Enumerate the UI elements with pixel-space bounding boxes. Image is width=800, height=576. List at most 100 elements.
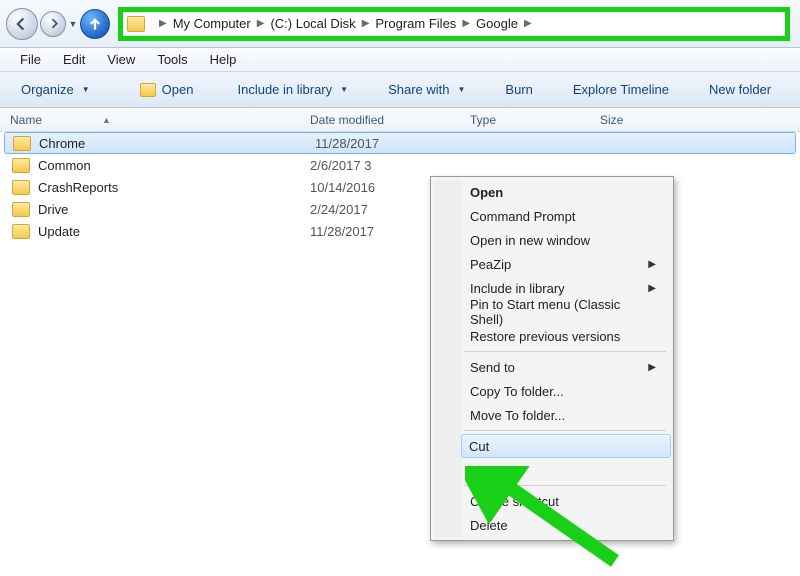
- context-item[interactable]: Delete: [462, 513, 670, 537]
- history-dropdown[interactable]: ▼: [66, 10, 80, 38]
- context-item[interactable]: Move To folder...: [462, 403, 670, 427]
- folder-icon: [12, 158, 30, 173]
- col-header-type[interactable]: Type: [470, 113, 600, 127]
- context-item-label: Send to: [470, 360, 515, 375]
- context-item-label: Copy: [470, 463, 500, 478]
- nav-row: ▼ ▶ My Computer ▶ (C:) Local Disk ▶ Prog…: [0, 0, 800, 48]
- chevron-right-icon: ▶: [153, 18, 173, 29]
- include-in-library-button[interactable]: Include in library ▼: [226, 78, 359, 101]
- folder-icon: [13, 136, 31, 151]
- folder-icon: [12, 202, 30, 217]
- breadcrumb-segment[interactable]: (C:) Local Disk: [270, 16, 355, 31]
- breadcrumb-segment[interactable]: My Computer: [173, 16, 251, 31]
- menu-help[interactable]: Help: [200, 50, 247, 69]
- menu-file[interactable]: File: [10, 50, 51, 69]
- menubar: File Edit View Tools Help: [0, 48, 800, 72]
- menu-edit[interactable]: Edit: [53, 50, 95, 69]
- context-item-label: Move To folder...: [470, 408, 565, 423]
- breadcrumb-segment[interactable]: Program Files: [375, 16, 456, 31]
- file-row[interactable]: Common2/6/2017 3: [0, 154, 800, 176]
- context-separator: [464, 351, 666, 352]
- file-list: Chrome11/28/2017Common2/6/2017 3CrashRep…: [0, 132, 800, 242]
- menu-view[interactable]: View: [97, 50, 145, 69]
- col-header-size[interactable]: Size: [600, 113, 700, 127]
- context-item[interactable]: Send to ▶: [462, 355, 670, 379]
- context-item-label: Command Prompt: [470, 209, 575, 224]
- share-with-button[interactable]: Share with ▼: [377, 78, 476, 101]
- toolbar-label: Burn: [505, 82, 532, 97]
- context-item-label: Restore previous versions: [470, 329, 620, 344]
- back-button[interactable]: [6, 8, 38, 40]
- context-separator: [464, 430, 666, 431]
- context-item-label: Open: [470, 185, 503, 200]
- file-row[interactable]: Drive2/24/2017: [0, 198, 800, 220]
- col-header-name[interactable]: Name ▲: [10, 113, 310, 127]
- context-item[interactable]: Open in new window: [462, 228, 670, 252]
- context-item-label: Include in library: [470, 281, 565, 296]
- context-item[interactable]: Pin to Start menu (Classic Shell): [462, 300, 670, 324]
- menu-tools[interactable]: Tools: [147, 50, 197, 69]
- chevron-down-icon: ▼: [457, 85, 465, 94]
- context-item-label: Create shortcut: [470, 494, 559, 509]
- file-row[interactable]: Update11/28/2017: [0, 220, 800, 242]
- explore-timeline-button[interactable]: Explore Timeline: [562, 78, 680, 101]
- chevron-right-icon: ▶: [251, 18, 271, 29]
- folder-icon: [12, 224, 30, 239]
- toolbar-label: Share with: [388, 82, 449, 97]
- toolbar-label: Include in library: [237, 82, 332, 97]
- context-item[interactable]: Copy: [462, 458, 670, 482]
- toolbar: Organize ▼ Open Include in library ▼ Sha…: [0, 72, 800, 108]
- folder-open-icon: [140, 83, 156, 97]
- chevron-right-icon: ▶: [648, 362, 656, 373]
- arrow-up-icon: [88, 17, 102, 31]
- new-folder-button[interactable]: New folder: [698, 78, 782, 101]
- col-header-date[interactable]: Date modified: [310, 113, 470, 127]
- file-date: 2/6/2017 3: [310, 158, 470, 173]
- folder-icon: [127, 16, 145, 32]
- burn-button[interactable]: Burn: [494, 78, 543, 101]
- context-item-label: Pin to Start menu (Classic Shell): [470, 297, 656, 327]
- context-item-label: Open in new window: [470, 233, 590, 248]
- context-menu: Open Command Prompt Open in new window PeaZ…: [430, 176, 674, 541]
- context-item-label: PeaZip: [470, 257, 511, 272]
- breadcrumb[interactable]: ▶ My Computer ▶ (C:) Local Disk ▶ Progra…: [118, 7, 790, 41]
- context-item[interactable]: Cut: [461, 434, 671, 458]
- chevron-right-icon: ▶: [648, 283, 656, 294]
- chevron-right-icon: ▶: [456, 18, 476, 29]
- arrow-right-icon: [48, 18, 59, 29]
- context-item[interactable]: Command Prompt: [462, 204, 670, 228]
- up-button[interactable]: [80, 9, 110, 39]
- context-item[interactable]: Open: [462, 180, 670, 204]
- context-item-label: Delete: [470, 518, 508, 533]
- context-item-label: Cut: [469, 439, 489, 454]
- file-name: Update: [38, 224, 310, 239]
- open-button[interactable]: Open: [129, 78, 205, 101]
- chevron-right-icon: ▶: [356, 18, 376, 29]
- chevron-right-icon: ▶: [648, 259, 656, 270]
- chevron-right-icon: ▶: [518, 18, 538, 29]
- context-item-label: Copy To folder...: [470, 384, 564, 399]
- nav-buttons: ▼: [6, 8, 110, 40]
- file-row[interactable]: Chrome11/28/2017: [4, 132, 796, 154]
- organize-button[interactable]: Organize ▼: [10, 78, 101, 101]
- forward-button[interactable]: [40, 11, 66, 37]
- toolbar-label: Organize: [21, 82, 74, 97]
- toolbar-label: New folder: [709, 82, 771, 97]
- toolbar-label: Open: [162, 82, 194, 97]
- folder-icon: [12, 180, 30, 195]
- file-row[interactable]: CrashReports10/14/2016: [0, 176, 800, 198]
- column-headers: Name ▲ Date modified Type Size: [0, 108, 800, 132]
- chevron-down-icon: ▼: [82, 85, 90, 94]
- arrow-left-icon: [15, 17, 29, 31]
- file-name: CrashReports: [38, 180, 310, 195]
- context-item[interactable]: Restore previous versions: [462, 324, 670, 348]
- context-item[interactable]: Copy To folder...: [462, 379, 670, 403]
- file-name: Chrome: [39, 136, 315, 151]
- context-item[interactable]: PeaZip ▶: [462, 252, 670, 276]
- file-date: 11/28/2017: [315, 136, 475, 151]
- file-name: Drive: [38, 202, 310, 217]
- context-item[interactable]: Create shortcut: [462, 489, 670, 513]
- breadcrumb-segment[interactable]: Google: [476, 16, 518, 31]
- sort-asc-icon: ▲: [102, 115, 111, 125]
- file-name: Common: [38, 158, 310, 173]
